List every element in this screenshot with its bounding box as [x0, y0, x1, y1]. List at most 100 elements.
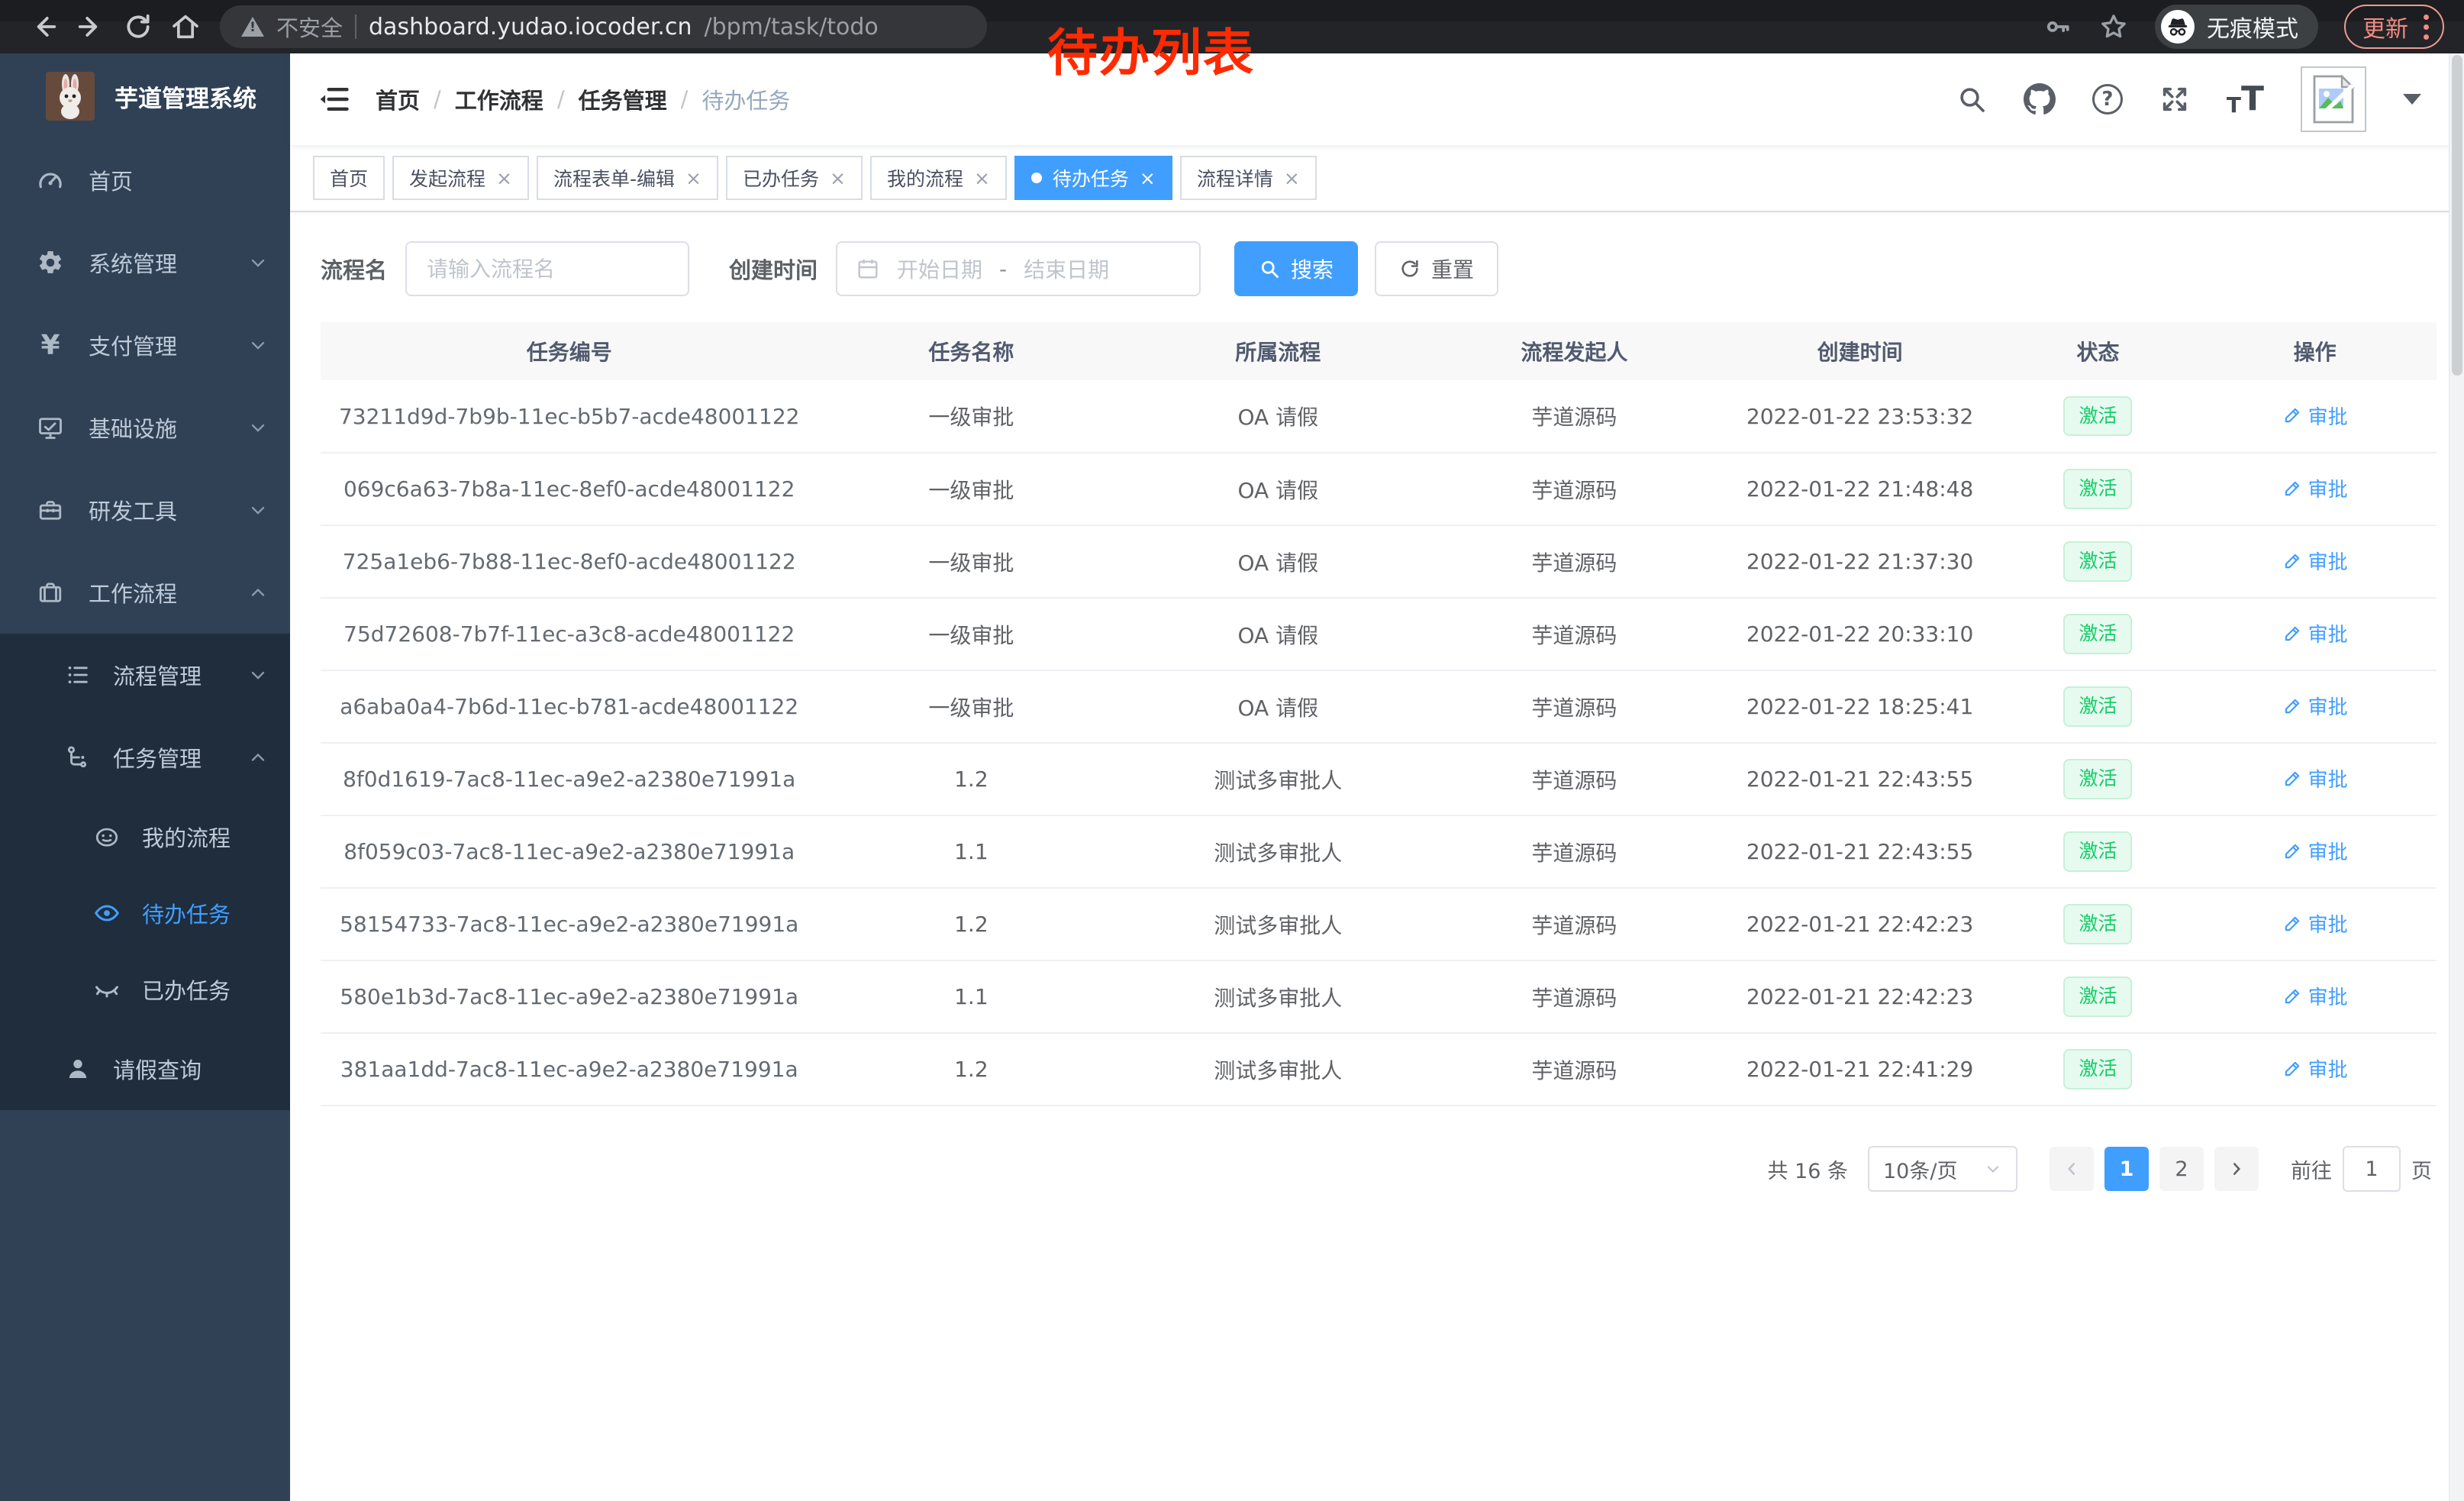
search-button[interactable]: 搜索: [1234, 241, 1358, 296]
table-row: 580e1b3d-7ac8-11ec-a9e2-a2380e71991a1.1测…: [321, 960, 2437, 1033]
cell-created: 2022-01-22 21:48:48: [1717, 453, 2003, 525]
tab-done-tasks[interactable]: 已办任务×: [726, 156, 863, 200]
cell-created: 2022-01-22 21:37:30: [1717, 525, 2003, 598]
breadcrumb-separator: /: [681, 86, 689, 112]
page-size-select[interactable]: 10条/页: [1868, 1146, 2017, 1192]
sidebar-item-home[interactable]: 首页: [0, 139, 290, 221]
approve-link[interactable]: 审批: [2282, 474, 2348, 502]
sidebar-collapse-button[interactable]: [313, 78, 356, 121]
tab-process-form-edit[interactable]: 流程表单-编辑×: [537, 156, 718, 200]
fullscreen-icon[interactable]: [2159, 84, 2190, 115]
table-row: 069c6a63-7b8a-11ec-8ef0-acde48001122一级审批…: [321, 453, 2437, 525]
approve-link[interactable]: 审批: [2282, 619, 2348, 647]
address-bar[interactable]: ! 不安全 dashboard.yudao.iocoder.cn/bpm/tas…: [220, 5, 987, 48]
scrollbar-thumb[interactable]: [2452, 55, 2462, 376]
edit-pen-icon: [2282, 624, 2302, 644]
approve-link[interactable]: 审批: [2282, 692, 2348, 720]
close-icon[interactable]: ×: [1140, 167, 1156, 189]
tab-process-detail[interactable]: 流程详情×: [1180, 156, 1317, 200]
browser-chrome: ! 不安全 dashboard.yudao.iocoder.cn/bpm/tas…: [0, 0, 2464, 53]
eye-closed-icon: [92, 976, 122, 1003]
sidebar-item-my-process[interactable]: 我的流程: [0, 799, 290, 875]
reset-button[interactable]: 重置: [1375, 241, 1498, 296]
sidebar-item-workflow[interactable]: 工作流程: [0, 551, 290, 634]
edit-pen-icon: [2282, 841, 2302, 861]
sidebar-item-todo-tasks[interactable]: 待办任务: [0, 875, 290, 951]
tab-home[interactable]: 首页: [313, 156, 385, 200]
process-name-input[interactable]: [405, 241, 689, 296]
avatar-dropdown-caret[interactable]: [2403, 94, 2421, 105]
help-icon[interactable]: ?: [2092, 84, 2123, 115]
breadcrumb-home[interactable]: 首页: [376, 83, 420, 115]
sidebar-item-label: 研发工具: [89, 494, 177, 526]
tab-todo-tasks[interactable]: 待办任务×: [1014, 156, 1172, 200]
start-date-placeholder: 开始日期: [897, 253, 982, 284]
update-label: 更新: [2362, 10, 2408, 44]
browser-back-button[interactable]: [20, 3, 67, 50]
next-page-button[interactable]: [2214, 1147, 2259, 1191]
cell-process: OA 请假: [1124, 670, 1431, 743]
sidebar-item-label: 我的流程: [142, 821, 231, 853]
tab-start-process[interactable]: 发起流程×: [392, 156, 529, 200]
goto-label: 前往: [2291, 1154, 2332, 1184]
cell-starter: 芋道源码: [1431, 888, 1717, 960]
sidebar-item-devtools[interactable]: 研发工具: [0, 469, 290, 551]
cell-status: 激活: [2003, 453, 2193, 525]
cell-created: 2022-01-22 18:25:41: [1717, 670, 2003, 743]
password-key-icon[interactable]: [2043, 12, 2072, 41]
date-range-picker[interactable]: 开始日期 - 结束日期: [836, 241, 1201, 296]
chevron-down-icon: [247, 417, 269, 438]
page-scrollbar[interactable]: [2449, 53, 2464, 1501]
browser-update-button[interactable]: 更新: [2344, 5, 2444, 49]
browser-forward-button[interactable]: [67, 3, 114, 50]
chevron-down-icon: [247, 664, 269, 686]
cell-starter: 芋道源码: [1431, 453, 1717, 525]
approve-link[interactable]: 审批: [2282, 837, 2348, 865]
github-icon[interactable]: [2024, 83, 2056, 115]
close-icon[interactable]: ×: [974, 167, 990, 189]
sidebar-logo-row[interactable]: 芋道管理系统: [0, 53, 290, 139]
sidebar-item-system[interactable]: 系统管理: [0, 221, 290, 304]
cell-task-id: 58154733-7ac8-11ec-a9e2-a2380e71991a: [321, 888, 818, 960]
task-table: 任务编号 任务名称 所属流程 流程发起人 创建时间 状态 操作 73211d9d…: [321, 322, 2437, 1106]
sidebar-item-payment[interactable]: ¥ 支付管理: [0, 304, 290, 386]
security-label[interactable]: 不安全: [276, 11, 343, 43]
approve-link[interactable]: 审批: [2282, 982, 2348, 1010]
chevron-down-icon: [247, 252, 269, 273]
breadcrumb-task-mgmt[interactable]: 任务管理: [579, 83, 667, 115]
sidebar-item-leave-query[interactable]: 请假查询: [0, 1028, 290, 1110]
sidebar-item-done-tasks[interactable]: 已办任务: [0, 951, 290, 1028]
status-badge: 激活: [2063, 686, 2132, 727]
org-tree-icon: [63, 744, 93, 770]
broken-image-icon: [2311, 75, 2356, 124]
browser-menu-icon[interactable]: [2424, 15, 2435, 40]
sidebar-item-process-mgmt[interactable]: 流程管理: [0, 634, 290, 716]
tab-my-process[interactable]: 我的流程×: [870, 156, 1007, 200]
sidebar-item-infra[interactable]: 基础设施: [0, 386, 290, 469]
close-icon[interactable]: ×: [1284, 167, 1300, 189]
sidebar-item-task-mgmt[interactable]: 任务管理: [0, 716, 290, 799]
browser-home-button[interactable]: [162, 3, 209, 50]
avatar[interactable]: [2301, 66, 2366, 132]
close-icon[interactable]: ×: [496, 167, 512, 189]
page-button-1[interactable]: 1: [2104, 1147, 2149, 1191]
status-badge: 激活: [2063, 831, 2132, 872]
page-button-2[interactable]: 2: [2159, 1147, 2204, 1191]
browser-reload-button[interactable]: [114, 3, 162, 50]
approve-link[interactable]: 审批: [2282, 402, 2348, 430]
approve-link[interactable]: 审批: [2282, 909, 2348, 938]
bookmark-star-icon[interactable]: [2098, 11, 2129, 42]
approve-link[interactable]: 审批: [2282, 547, 2348, 575]
close-icon[interactable]: ×: [830, 167, 846, 189]
table-row: 725a1eb6-7b88-11ec-8ef0-acde48001122一级审批…: [321, 525, 2437, 598]
prev-page-button[interactable]: [2050, 1147, 2094, 1191]
goto-page-input[interactable]: [2343, 1146, 2401, 1192]
cell-task-id: 069c6a63-7b8a-11ec-8ef0-acde48001122: [321, 453, 818, 525]
font-size-icon[interactable]: TT: [2227, 82, 2264, 116]
header-search-icon[interactable]: [1956, 84, 1987, 115]
approve-link[interactable]: 审批: [2282, 764, 2348, 792]
approve-link[interactable]: 审批: [2282, 1054, 2348, 1083]
create-time-label: 创建时间: [729, 253, 818, 285]
close-icon[interactable]: ×: [685, 167, 701, 189]
breadcrumb-workflow[interactable]: 工作流程: [455, 83, 543, 115]
